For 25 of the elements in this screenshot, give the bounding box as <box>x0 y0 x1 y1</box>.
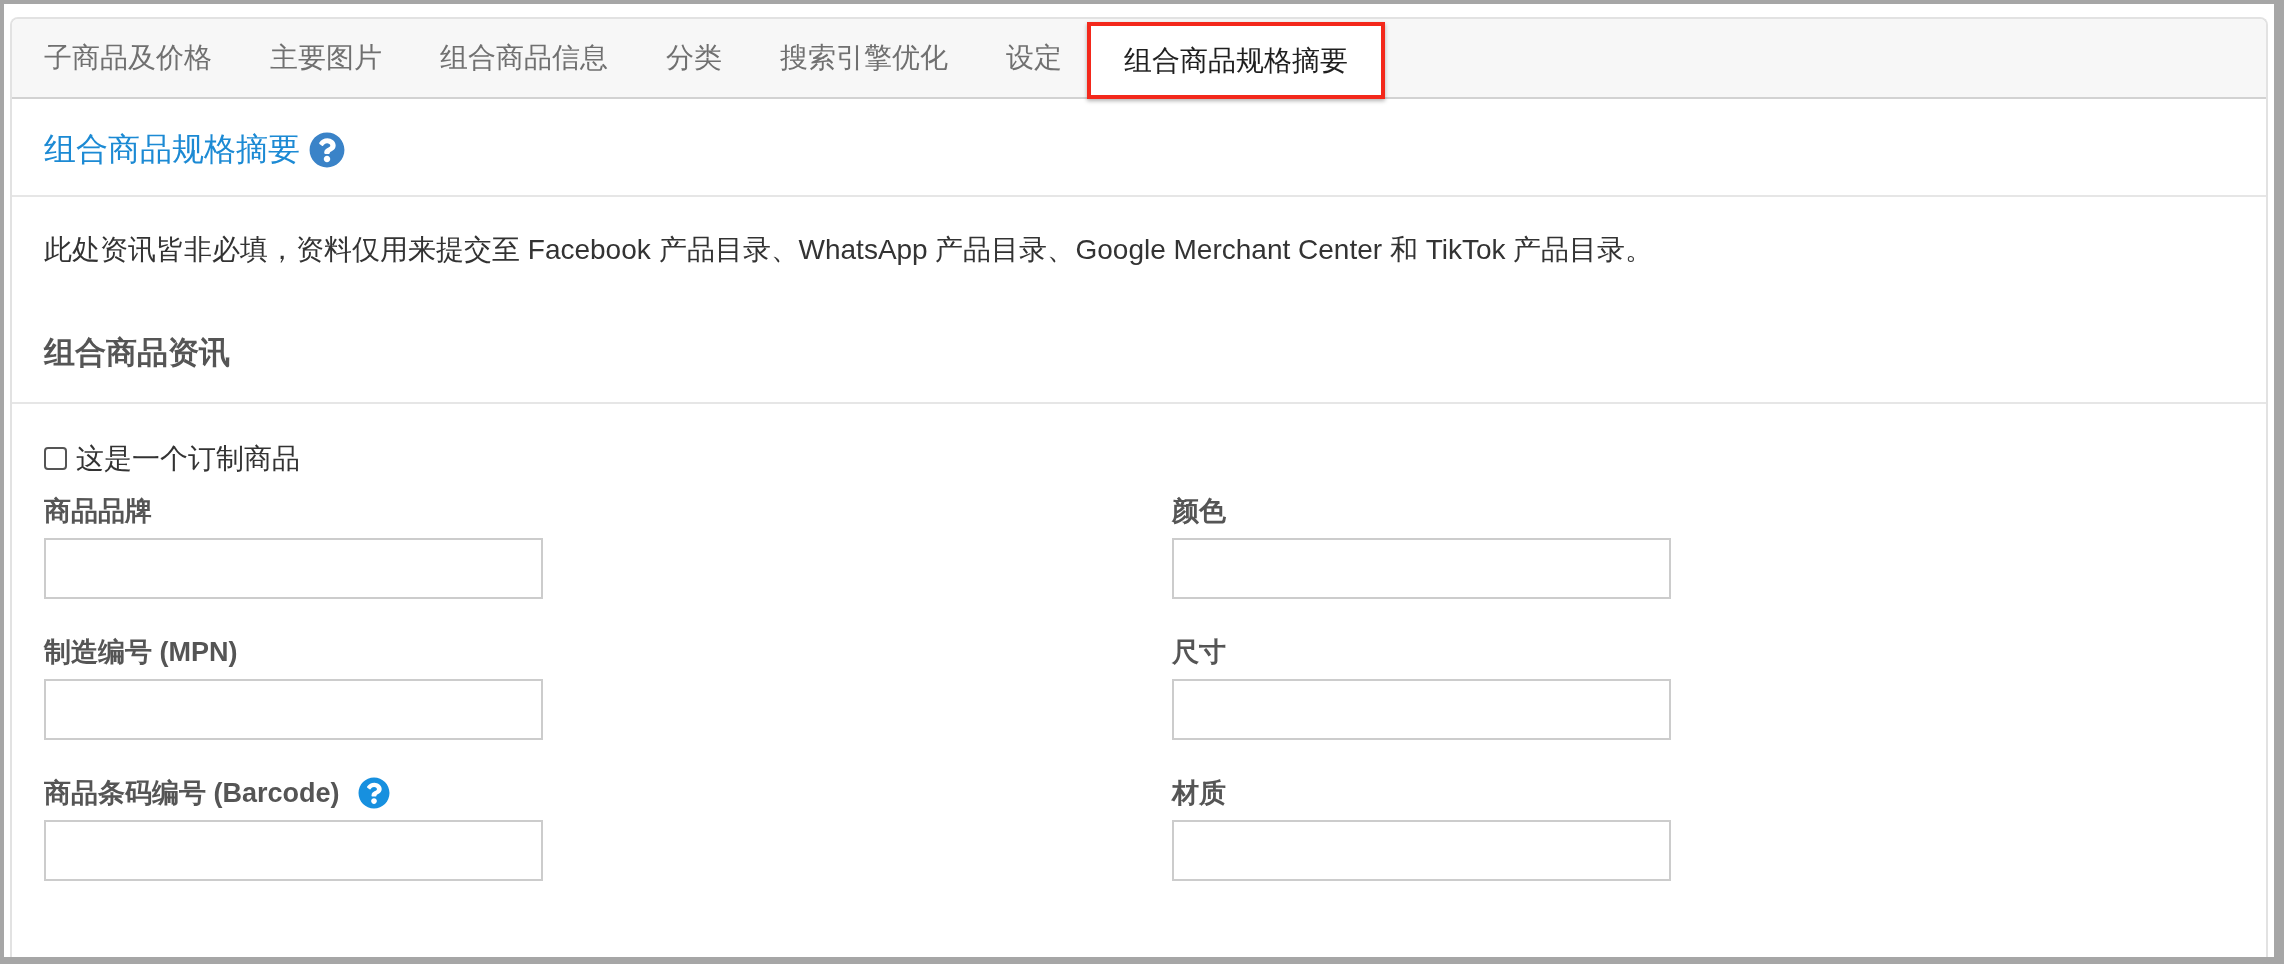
text-field[interactable] <box>1172 538 1671 599</box>
tab[interactable]: 分类 <box>637 19 751 97</box>
help-icon[interactable] <box>357 776 390 809</box>
tab[interactable]: 子商品及价格 <box>15 19 241 97</box>
tab[interactable]: 组合商品信息 <box>411 19 637 97</box>
text-field[interactable] <box>1172 679 1671 740</box>
text-field[interactable] <box>1172 820 1671 881</box>
field-label: 颜色 <box>1172 494 1226 528</box>
help-icon[interactable] <box>309 132 345 168</box>
field-label: 商品品牌 <box>44 494 152 528</box>
description-text: 此处资讯皆非必填，资料仅用来提交至 Facebook 产品目录、WhatsApp 产品目录、Google Merchant Center 和 TikTok 产品目录。 <box>44 233 1655 267</box>
subsection-title: 组合商品资讯 <box>44 335 231 371</box>
text-field[interactable] <box>44 820 543 881</box>
tab[interactable]: 主要图片 <box>241 19 411 97</box>
checkbox-label[interactable]: 这是一个订制商品 <box>76 439 300 478</box>
field-label: 商品条码编号 (Barcode) <box>44 776 340 810</box>
field-label: 制造编号 (MPN) <box>44 635 238 669</box>
checkbox[interactable] <box>44 447 67 470</box>
field-label: 材质 <box>1172 776 1226 810</box>
text-field[interactable] <box>44 679 543 740</box>
tab[interactable]: 搜索引擎优化 <box>751 19 977 97</box>
tab[interactable]: 组合商品规格摘要 <box>1087 22 1385 99</box>
text-field[interactable] <box>44 538 543 599</box>
section-title: 组合商品规格摘要 <box>44 130 300 169</box>
field-label: 尺寸 <box>1172 635 1226 669</box>
